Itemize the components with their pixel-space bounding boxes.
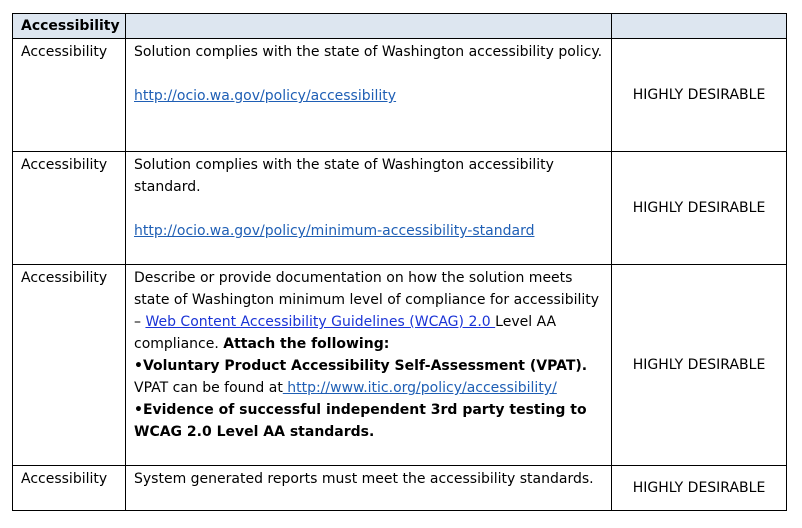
row-category: Accessibility — [12, 264, 126, 466]
row-description: System generated reports must meet the a… — [125, 465, 612, 511]
vpat-link[interactable]: http://www.itic.org/policy/accessibility… — [283, 380, 557, 396]
row-category: Accessibility — [12, 151, 126, 265]
vpat-line: VPAT can be found at http://www.itic.org… — [134, 377, 603, 399]
bullet-testing: •Evidence of successful independent 3rd … — [134, 402, 587, 440]
row-priority: HIGHLY DESIRABLE — [611, 465, 787, 511]
header-priority — [611, 13, 787, 39]
row-description: Solution complies with the state of Wash… — [125, 38, 612, 152]
table-row: Accessibility Solution complies with the… — [12, 151, 787, 265]
row-priority: HIGHLY DESIRABLE — [611, 264, 787, 466]
row-description: Describe or provide documentation on how… — [125, 264, 612, 466]
row-priority: HIGHLY DESIRABLE — [611, 151, 787, 265]
attach-heading: Attach the following: — [223, 336, 390, 352]
table-row: Accessibility Describe or provide docume… — [12, 264, 787, 466]
row-category: Accessibility — [12, 38, 126, 152]
header-description — [125, 13, 612, 39]
requirement-text: Solution complies with the state of Wash… — [134, 44, 603, 60]
wcag-link[interactable]: Web Content Accessibility Guidelines (WC… — [145, 314, 495, 330]
row-category: Accessibility — [12, 465, 126, 511]
table-row: Accessibility System generated reports m… — [12, 465, 787, 511]
header-category: Accessibility — [12, 13, 126, 39]
row-priority: HIGHLY DESIRABLE — [611, 38, 787, 152]
bullet-vpat: •Voluntary Product Accessibility Self-As… — [134, 358, 588, 374]
vpat-text: VPAT can be found at — [134, 380, 283, 396]
policy-link[interactable]: http://ocio.wa.gov/policy/accessibility — [134, 88, 396, 104]
requirement-text: Solution complies with the state of Wash… — [134, 157, 554, 195]
table-header-row: Accessibility — [12, 13, 787, 39]
table-row: Accessibility Solution complies with the… — [12, 38, 787, 152]
requirements-table: Accessibility Accessibility Solution com… — [12, 13, 787, 511]
row-description: Solution complies with the state of Wash… — [125, 151, 612, 265]
standard-link[interactable]: http://ocio.wa.gov/policy/minimum-access… — [134, 223, 534, 239]
requirement-text: System generated reports must meet the a… — [134, 471, 594, 487]
